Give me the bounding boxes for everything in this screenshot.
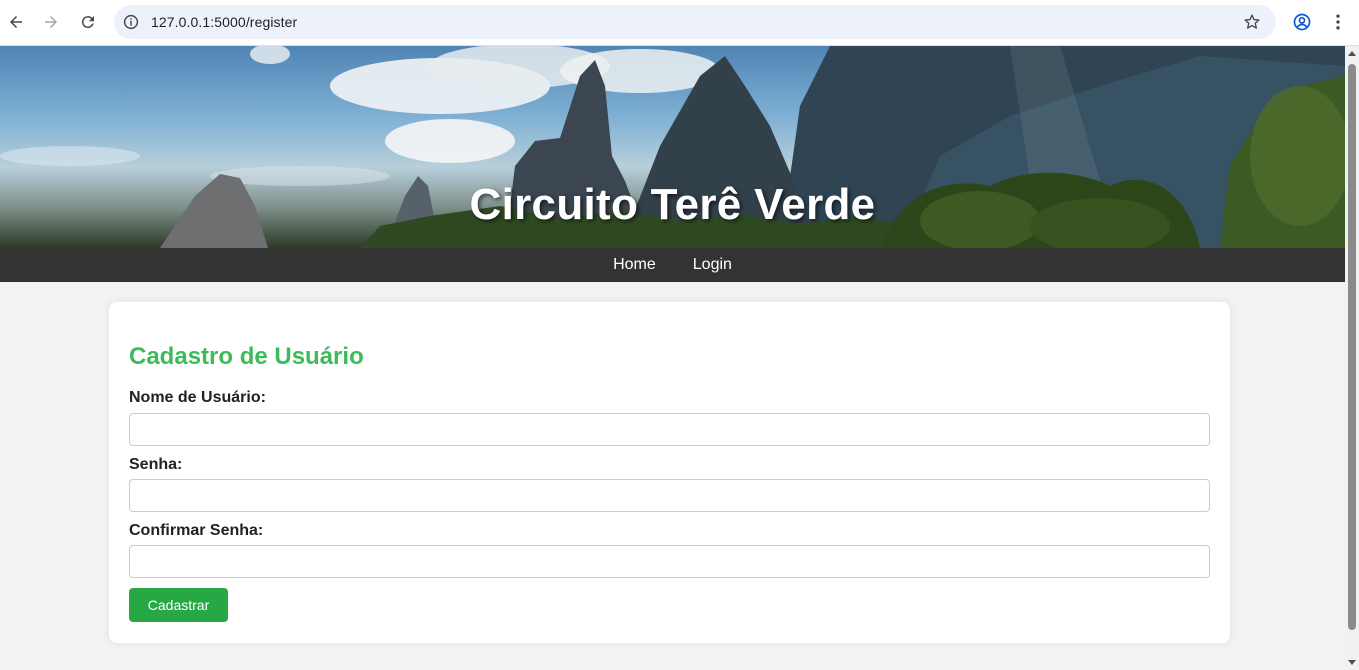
reload-button[interactable] [75,9,101,35]
username-input[interactable] [129,413,1210,446]
more-menu-icon[interactable] [1326,10,1350,34]
bookmark-star-icon[interactable] [1242,12,1262,32]
nav-link-login[interactable]: Login [693,256,732,274]
address-bar[interactable]: 127.0.0.1:5000/register [114,5,1276,39]
scroll-up-icon[interactable] [1348,51,1356,56]
browser-toolbar: 127.0.0.1:5000/register [0,0,1359,46]
username-label: Nome de Usuário: [129,389,266,406]
site-title: Circuito Terê Verde [469,180,876,229]
reload-icon [81,16,94,29]
forward-arrow-icon [45,16,57,28]
main-navigation: Home Login [0,248,1345,282]
register-button[interactable]: Cadastrar [129,588,228,622]
password-input[interactable] [129,479,1210,512]
scroll-down-icon[interactable] [1348,660,1356,665]
nav-link-home[interactable]: Home [613,256,656,274]
back-arrow-icon [10,16,22,28]
forward-button[interactable] [38,9,64,35]
url-text[interactable]: 127.0.0.1:5000/register [151,14,297,30]
page-scrollbar[interactable] [1345,46,1359,670]
profile-icon[interactable] [1290,10,1314,34]
confirm-password-input[interactable] [129,545,1210,578]
hero-banner: Circuito Terê Verde [0,46,1345,248]
back-button[interactable] [3,9,29,35]
site-info-icon[interactable] [122,13,140,31]
confirm-password-label: Confirmar Senha: [129,522,264,539]
form-title: Cadastro de Usuário [129,343,364,370]
scrollbar-thumb[interactable] [1348,64,1356,630]
password-label: Senha: [129,456,183,473]
page-viewport: Circuito Terê Verde Home Login Cadastro … [0,46,1345,670]
register-form-card: Cadastro de Usuário Nome de Usuário: Sen… [109,302,1230,643]
